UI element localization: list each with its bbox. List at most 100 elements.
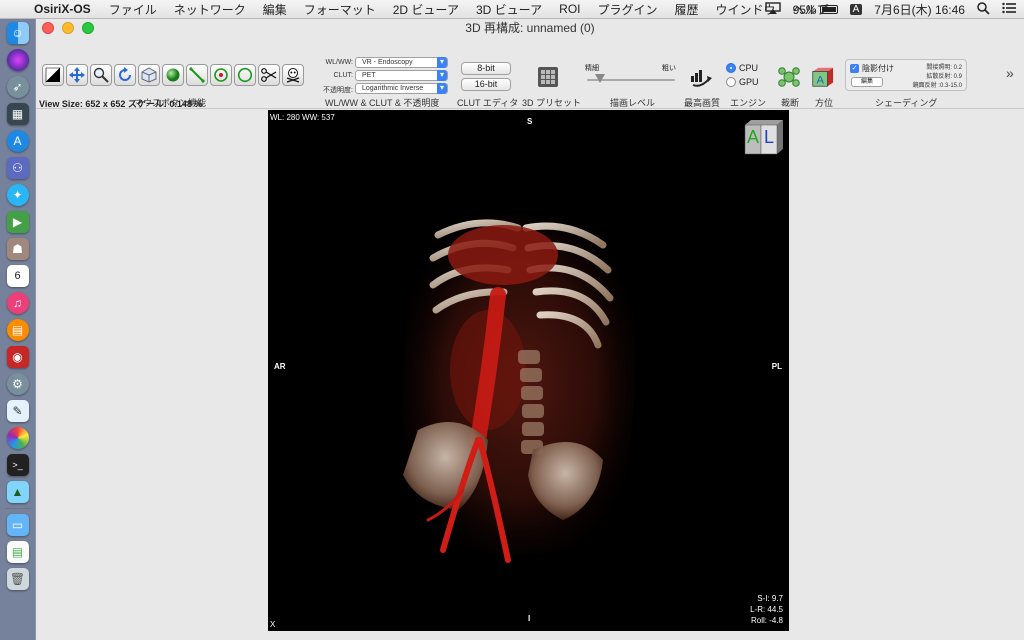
- launchpad-icon[interactable]: ➶: [6, 76, 29, 98]
- calendar-icon[interactable]: 6: [6, 265, 29, 287]
- roll-rotation-value: Roll: -4.8: [750, 616, 783, 625]
- crop-button[interactable]: [777, 65, 801, 89]
- clut-field-label: CLUT:: [333, 72, 353, 79]
- menu-roi[interactable]: ROI: [559, 2, 580, 16]
- render-level-label: 描画レベル: [610, 98, 656, 108]
- preview-icon[interactable]: ✎: [6, 400, 29, 422]
- battery-percent: 95%: [792, 2, 817, 17]
- 3d-preset-button[interactable]: [536, 65, 560, 89]
- menu-format[interactable]: フォーマット: [304, 1, 376, 18]
- menu-plugins[interactable]: プラグイン: [598, 1, 658, 18]
- rotate-tool-button[interactable]: [114, 64, 136, 86]
- contacts-icon[interactable]: ☗: [6, 238, 29, 260]
- orientation-top-label: S: [527, 117, 533, 126]
- safari-icon[interactable]: ✦: [6, 184, 29, 206]
- input-source-icon[interactable]: A: [849, 4, 863, 15]
- mission-control-icon[interactable]: ▦: [6, 103, 29, 125]
- 16-bit-button[interactable]: 16-bit: [461, 78, 511, 91]
- si-rotation-value: S-I: 9.7: [757, 594, 783, 603]
- oval-tool-button[interactable]: [234, 64, 256, 86]
- cube-left-label: L: [764, 127, 775, 147]
- clut-editor-label: CLUT エディタ: [457, 98, 519, 108]
- photos-icon[interactable]: [6, 427, 29, 449]
- crop-label: 裁断: [781, 98, 800, 108]
- dock: ☺ ➶ ▦ A ⚇ ✦ ▶ ☗ 6 ♫ ▤ ◉ ⚙ ✎ >_ ▲ ▭ ▤ 🗑: [0, 19, 36, 640]
- siri-icon[interactable]: [6, 49, 29, 71]
- menu-file[interactable]: ファイル: [109, 1, 157, 18]
- menubar-clock[interactable]: 7月6日(木) 16:46: [874, 1, 965, 18]
- menu-history[interactable]: 履歴: [675, 1, 699, 18]
- shading-checkbox[interactable]: ✓ 陰影付け: [850, 63, 894, 74]
- length-tool-button[interactable]: [186, 64, 208, 86]
- minimize-window-button[interactable]: [62, 22, 74, 34]
- orientation-right-label: PL: [771, 362, 782, 371]
- close-window-button[interactable]: [42, 22, 54, 34]
- app-store-icon[interactable]: A: [6, 130, 29, 152]
- app-menu[interactable]: OsiriX-OS: [34, 2, 91, 16]
- spotlight-search-icon[interactable]: [977, 1, 990, 18]
- gpu-radio-dot: [726, 77, 736, 87]
- ibooks-icon[interactable]: ▤: [6, 319, 29, 341]
- osirix-icon[interactable]: ⚇: [6, 157, 29, 179]
- zoom-tool-button[interactable]: [90, 64, 112, 86]
- point-tool-button[interactable]: [210, 64, 232, 86]
- toolbar-overflow-button[interactable]: »: [1006, 65, 1014, 81]
- trash-icon[interactable]: 🗑: [6, 568, 29, 590]
- menu-edit[interactable]: 編集: [263, 1, 287, 18]
- best-quality-button[interactable]: [689, 65, 713, 89]
- menu-3d-viewer[interactable]: 3D ビューア: [476, 1, 542, 18]
- opacity-field-label: 不透明度:: [323, 87, 353, 94]
- menu-network[interactable]: ネットワーク: [174, 1, 246, 18]
- view-size-info: View Size: 652 x 652 スケール: 0.148 %: [39, 99, 203, 109]
- orientation-button[interactable]: A: [810, 65, 834, 89]
- opacity-select[interactable]: Logarithmic Inverse: [355, 83, 448, 94]
- move-tool-button[interactable]: [66, 64, 88, 86]
- notification-center-icon[interactable]: [1002, 2, 1016, 17]
- airplay-icon[interactable]: [764, 2, 781, 17]
- scissors-tool-button[interactable]: [258, 64, 280, 86]
- itunes-icon[interactable]: ♫: [6, 292, 29, 314]
- menu-2d-viewer[interactable]: 2D ビューア: [393, 1, 459, 18]
- finder-icon[interactable]: ☺: [6, 22, 29, 44]
- dock-separator: [4, 508, 31, 509]
- engine-gpu-radio[interactable]: GPU: [726, 77, 759, 87]
- terminal-icon[interactable]: >_: [6, 454, 29, 476]
- facetime-icon[interactable]: ▶: [6, 211, 29, 233]
- corner-label: X: [270, 620, 276, 629]
- window-title: 3D 再構成: unnamed (0): [465, 21, 595, 35]
- cube-anterior-label: A: [747, 127, 760, 147]
- menu-bar: OsiriX-OS ファイル ネットワーク 編集 フォーマット 2D ビューア …: [0, 0, 1024, 19]
- gpu-radio-label: GPU: [739, 77, 759, 87]
- photo-booth-icon[interactable]: ◉: [6, 346, 29, 368]
- sphere-tool-button[interactable]: [162, 64, 184, 86]
- battery-indicator[interactable]: 95%: [793, 3, 838, 17]
- shading-edit-button[interactable]: 編集: [851, 77, 883, 87]
- xquartz-icon[interactable]: ▲: [6, 481, 29, 503]
- svg-text:A: A: [816, 74, 824, 86]
- downloads-folder-icon[interactable]: ▭: [6, 514, 29, 536]
- system-preferences-icon[interactable]: ⚙: [6, 373, 29, 395]
- zoom-window-button[interactable]: [82, 22, 94, 34]
- shading-checkbox-label: 陰影付け: [862, 64, 894, 73]
- diffuse-value: 拡散反射: 0.9: [926, 74, 962, 80]
- 3d-rotate-tool-button[interactable]: [138, 64, 160, 86]
- clut-select[interactable]: PET: [355, 70, 448, 81]
- render-level-slider[interactable]: [587, 74, 675, 83]
- document-icon[interactable]: ▤: [6, 541, 29, 563]
- wlww-overlay: WL: 280 WW: 537: [270, 113, 335, 122]
- wlww-tool-button[interactable]: [42, 64, 64, 86]
- bone-removal-tool-button[interactable]: [282, 64, 304, 86]
- 8-bit-button[interactable]: 8-bit: [461, 62, 511, 75]
- volume-render-view[interactable]: WL: 280 WW: 537 S AR PL I X S-I: 9.7 L-R…: [268, 110, 789, 631]
- checkbox-checked-icon: ✓: [850, 64, 859, 73]
- 3d-preset-label: 3D プリセット: [522, 98, 582, 108]
- cpu-radio-dot: [726, 63, 736, 73]
- ambient-value: 間接照明: 0.2: [926, 65, 962, 71]
- engine-cpu-radio[interactable]: CPU: [726, 63, 758, 73]
- engine-label: エンジン: [730, 98, 767, 108]
- best-quality-label: 最高画質: [684, 98, 721, 108]
- orientation-label: 方位: [815, 98, 834, 108]
- render-level-thumb[interactable]: [595, 74, 605, 83]
- volume-rendering-image: [402, 214, 636, 563]
- wlww-select[interactable]: VR - Endoscopy: [355, 57, 448, 68]
